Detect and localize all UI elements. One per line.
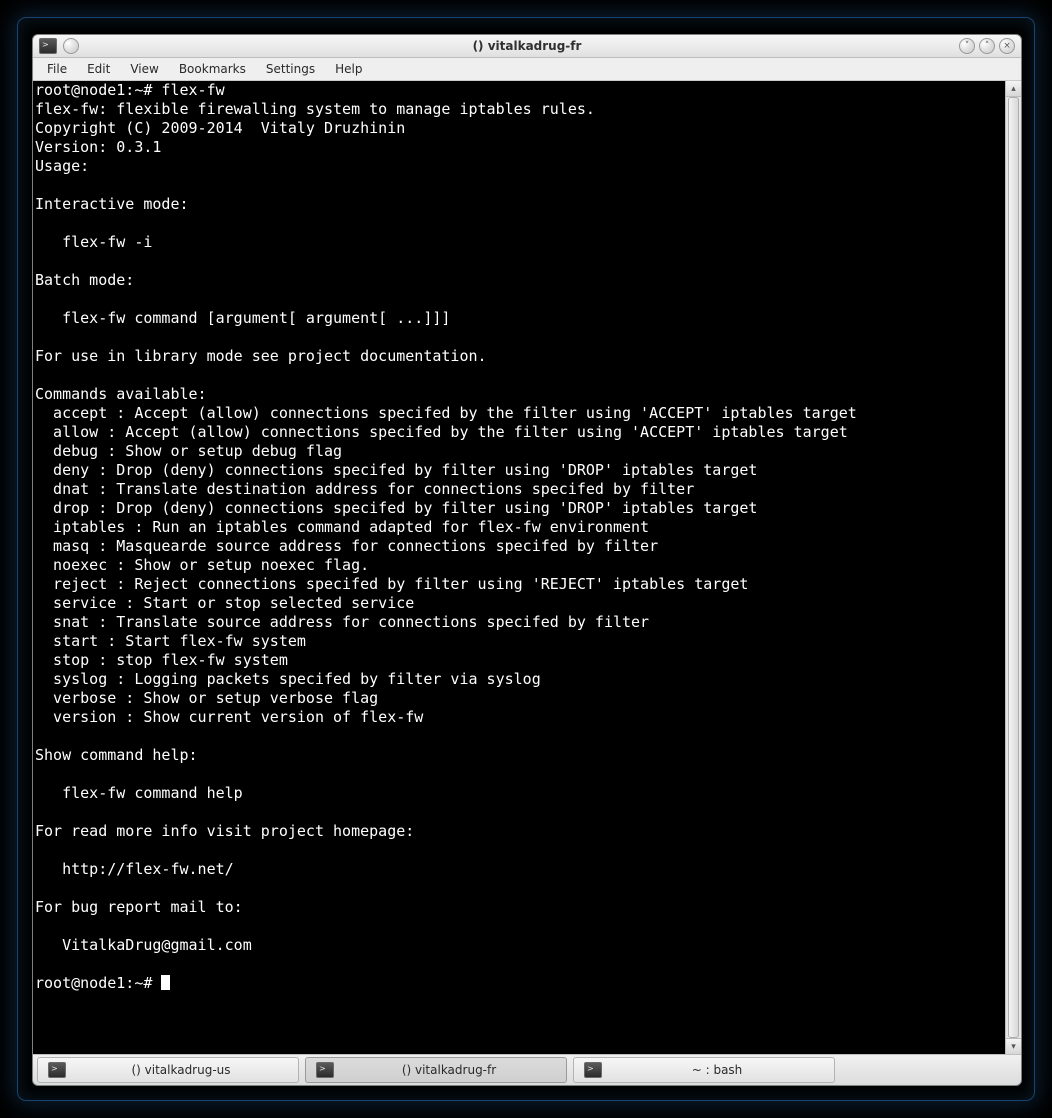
terminal-line: noexec : Show or setup noexec flag. — [35, 556, 369, 574]
taskbar: () vitalkadrug-us () vitalkadrug-fr ~ : … — [33, 1054, 1021, 1085]
terminal-icon — [316, 1062, 334, 1078]
terminal-line: stop : stop flex-fw system — [35, 651, 288, 669]
scroll-down-button[interactable]: ▾ — [1006, 1038, 1021, 1054]
terminal-line: allow : Accept (allow) connections speci… — [35, 423, 848, 441]
terminal-line: service : Start or stop selected service — [35, 594, 414, 612]
window-title: () vitalkadrug-fr — [33, 39, 1021, 53]
terminal-window: () vitalkadrug-fr ˅ ˄ × File Edit View B… — [32, 34, 1022, 1086]
terminal-line: snat : Translate source address for conn… — [35, 613, 649, 631]
cursor-icon — [161, 975, 170, 990]
terminal-line: Version: 0.3.1 — [35, 138, 161, 156]
terminal-prompt: root@node1:~# — [35, 974, 161, 992]
terminal-line: VitalkaDrug@gmail.com — [35, 936, 252, 954]
terminal-line: For bug report mail to: — [35, 898, 243, 916]
terminal-line: root@node1:~# flex-fw — [35, 81, 225, 99]
terminal-icon — [48, 1062, 66, 1078]
taskbar-item-vitalkadrug-fr[interactable]: () vitalkadrug-fr — [305, 1057, 567, 1083]
terminal-line: Show command help: — [35, 746, 198, 764]
terminal-line: flex-fw -i — [35, 233, 152, 251]
terminal-line: debug : Show or setup debug flag — [35, 442, 342, 460]
terminal-line: Commands available: — [35, 385, 207, 403]
titlebar[interactable]: () vitalkadrug-fr ˅ ˄ × — [33, 35, 1021, 58]
content-area: root@node1:~# flex-fw flex-fw: flexible … — [33, 81, 1021, 1054]
terminal-line: For read more info visit project homepag… — [35, 822, 414, 840]
terminal-icon — [584, 1062, 602, 1078]
menubar: File Edit View Bookmarks Settings Help — [33, 58, 1021, 81]
menu-help[interactable]: Help — [325, 60, 372, 78]
terminal-line: version : Show current version of flex-f… — [35, 708, 423, 726]
terminal-line: Copyright (C) 2009-2014 Vitaly Druzhinin — [35, 119, 405, 137]
terminal-line: flex-fw command [argument[ argument[ ...… — [35, 309, 450, 327]
terminal-line: reject : Reject connections specifed by … — [35, 575, 748, 593]
terminal-line: http://flex-fw.net/ — [35, 860, 234, 878]
terminal-line: For use in library mode see project docu… — [35, 347, 487, 365]
terminal-output[interactable]: root@node1:~# flex-fw flex-fw: flexible … — [33, 81, 1005, 1054]
terminal-line: Interactive mode: — [35, 195, 189, 213]
terminal-line: deny : Drop (deny) connections specifed … — [35, 461, 757, 479]
scroll-up-button[interactable]: ▴ — [1006, 81, 1021, 97]
scroll-track[interactable] — [1006, 97, 1021, 1038]
terminal-line: Batch mode: — [35, 271, 134, 289]
menu-edit[interactable]: Edit — [77, 60, 120, 78]
menu-settings[interactable]: Settings — [256, 60, 325, 78]
terminal-line: drop : Drop (deny) connections specifed … — [35, 499, 757, 517]
terminal-line: masq : Masquearde source address for con… — [35, 537, 658, 555]
menu-file[interactable]: File — [37, 60, 77, 78]
terminal-line: iptables : Run an iptables command adapt… — [35, 518, 649, 536]
close-button[interactable]: × — [999, 38, 1015, 54]
maximize-button[interactable]: ˄ — [979, 38, 995, 54]
terminal-line: flex-fw command help — [35, 784, 243, 802]
taskbar-item-label: () vitalkadrug-us — [74, 1063, 288, 1077]
terminal-line: verbose : Show or setup verbose flag — [35, 689, 378, 707]
pin-icon[interactable] — [63, 38, 79, 54]
menu-bookmarks[interactable]: Bookmarks — [169, 60, 256, 78]
taskbar-item-label: () vitalkadrug-fr — [342, 1063, 556, 1077]
vertical-scrollbar[interactable]: ▴ ▾ — [1005, 81, 1021, 1054]
minimize-button[interactable]: ˅ — [959, 38, 975, 54]
terminal-line: Usage: — [35, 157, 89, 175]
scroll-thumb[interactable] — [1008, 97, 1019, 1038]
app-icon — [39, 38, 57, 54]
taskbar-item-bash[interactable]: ~ : bash — [573, 1057, 835, 1083]
terminal-line: start : Start flex-fw system — [35, 632, 306, 650]
taskbar-item-vitalkadrug-us[interactable]: () vitalkadrug-us — [37, 1057, 299, 1083]
terminal-line: accept : Accept (allow) connections spec… — [35, 404, 857, 422]
taskbar-item-label: ~ : bash — [610, 1063, 824, 1077]
terminal-line: flex-fw: flexible firewalling system to … — [35, 100, 595, 118]
terminal-line: syslog : Logging packets specifed by fil… — [35, 670, 541, 688]
menu-view[interactable]: View — [120, 60, 168, 78]
terminal-line: dnat : Translate destination address for… — [35, 480, 694, 498]
